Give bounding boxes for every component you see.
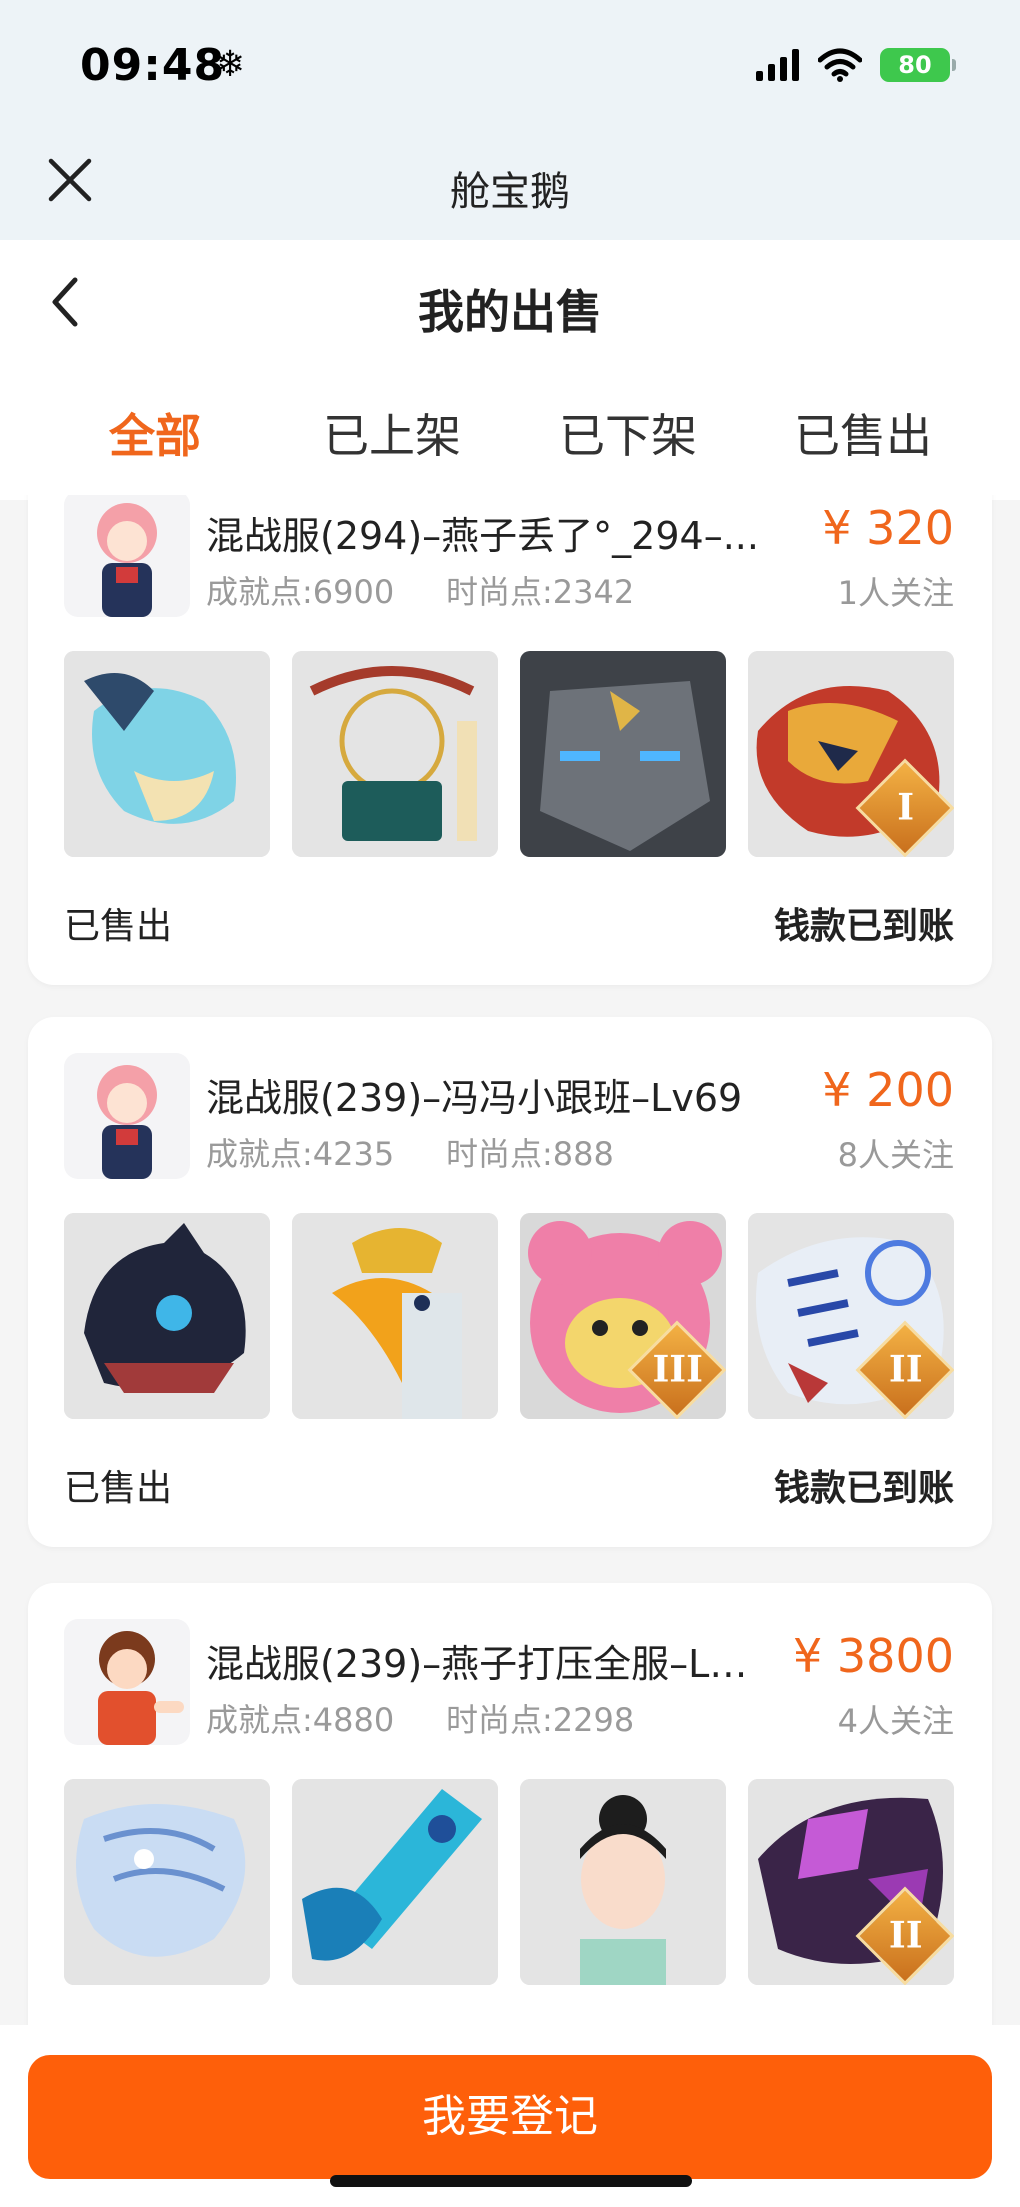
battery-level: 80 [898,51,932,79]
sale-status: 已售出 [64,1468,173,1509]
tab-bar: 全部 已上架 已下架 已售出 [0,370,1020,500]
achievement-points: 成就点:6900 [206,573,395,611]
fashion-points: 时尚点:888 [446,1135,614,1173]
tab-listed[interactable]: 已上架 [292,400,492,466]
achievement-points: 成就点:4235 [206,1135,395,1173]
page-header: 我的出售 [0,240,1020,370]
item-thumbnail [520,651,726,857]
app-header: 舱宝鹅 [0,135,1020,240]
snowflake-icon: ❄ [215,44,246,85]
watchers-count: 4人关注 [837,1702,954,1740]
item-thumbnail: II [748,1779,954,1985]
settlement-status: 钱款已到账 [773,906,954,947]
fashion-points: 时尚点:2342 [446,573,635,611]
item-thumbnail: I [748,651,954,857]
signal-icon [756,49,799,81]
item-thumbnail [64,1779,270,1985]
listing-price: ¥ 3800 [793,1629,954,1683]
sale-status: 已售出 [64,906,173,947]
item-thumbnail [64,651,270,857]
listing-price: ¥ 200 [822,1063,954,1117]
status-bar: 09:48 ❄ 80 [0,0,1020,135]
item-thumbnail [292,651,498,857]
listing-list[interactable]: 混战服(294)–燕子丢了°_294–... 成就点:6900 时尚点:2342… [0,495,1020,2025]
app-title: 舱宝鹅 [450,169,570,215]
item-thumbnail [292,1779,498,1985]
status-indicators: 80 [756,48,956,82]
item-thumbnail: III [520,1213,726,1419]
page-title: 我的出售 [418,285,602,339]
watchers-count: 1人关注 [837,574,954,612]
watchers-count: 8人关注 [837,1136,954,1174]
tab-sold[interactable]: 已售出 [763,400,963,466]
item-thumbnail [292,1213,498,1419]
item-thumbnail [64,1213,270,1419]
item-thumbnail [520,1779,726,1985]
listing-price: ¥ 320 [822,501,954,555]
listing-card[interactable]: 混战服(239)–冯冯小跟班–Lv69 成就点:4235 时尚点:888 ¥ 2… [28,1017,992,1547]
avatar [64,1053,190,1179]
listing-card[interactable]: 混战服(239)–燕子打压全服–Lv69 成就点:4880 时尚点:2298 ¥… [28,1583,992,2025]
settlement-status: 钱款已到账 [773,1468,954,1509]
item-thumbnail: II [748,1213,954,1419]
wifi-icon [818,48,862,82]
register-button[interactable]: 我要登记 [28,2055,992,2179]
fashion-points: 时尚点:2298 [446,1701,635,1739]
tab-delisted[interactable]: 已下架 [528,400,728,466]
achievement-points: 成就点:4880 [206,1701,395,1739]
battery-icon: 80 [880,48,956,82]
tab-all[interactable]: 全部 [55,400,255,466]
status-time: 09:48 [80,40,226,91]
avatar [64,495,190,617]
listing-name: 混战服(239)–冯冯小跟班–Lv69 [206,1076,743,1120]
listing-card[interactable]: 混战服(294)–燕子丢了°_294–... 成就点:6900 时尚点:2342… [28,495,992,985]
avatar [64,1619,190,1745]
home-indicator [330,2175,692,2187]
listing-name: 混战服(239)–燕子打压全服–Lv69 [206,1642,766,1686]
listing-name: 混战服(294)–燕子丢了°_294–... [206,514,759,558]
